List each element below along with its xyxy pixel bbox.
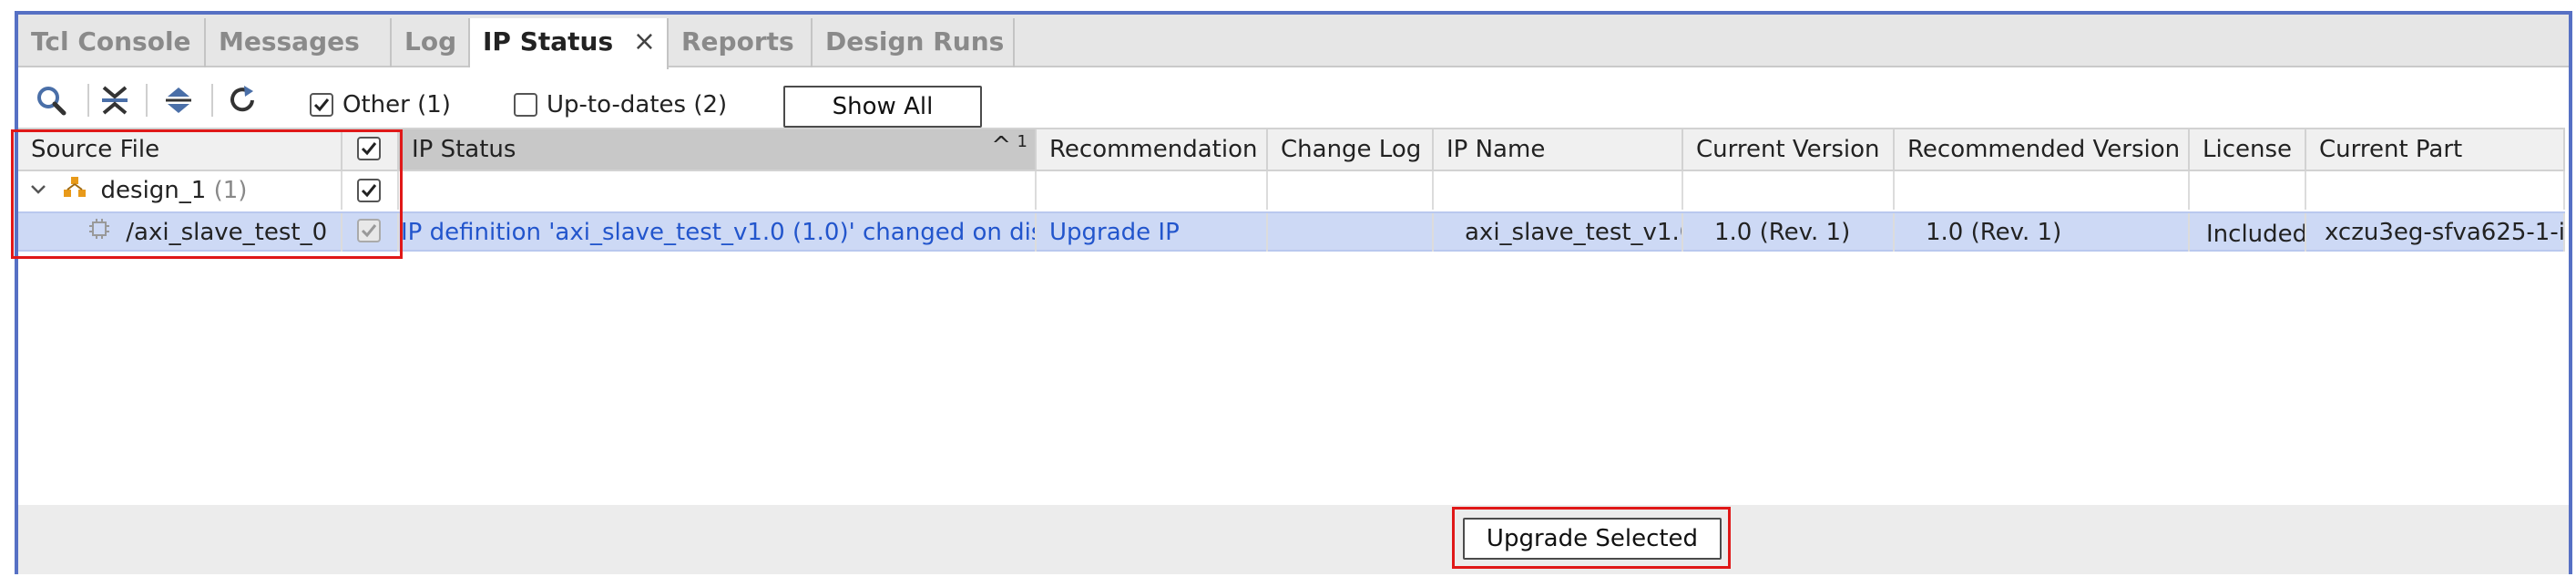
column-current-part[interactable]: Current Part [2306, 129, 2565, 170]
ip-name-cell [1434, 171, 1683, 210]
license-cell [2190, 171, 2306, 210]
expand-all-icon[interactable] [162, 84, 195, 117]
change-log-cell [1268, 213, 1434, 252]
column-recommended-version[interactable]: Recommended Version [1895, 129, 2190, 170]
ip-name-cell: axi_slave_test_v1.0 [1434, 213, 1683, 252]
tab-label: Log [404, 26, 457, 57]
uptodates-checkbox[interactable] [514, 93, 537, 117]
refresh-icon[interactable] [226, 84, 259, 117]
tab-label: IP Status [483, 26, 614, 57]
other-filter-label: Other (1) [342, 91, 451, 118]
sort-ascending-icon: ^ [991, 132, 1011, 160]
recommended-version-cell: 1.0 (Rev. 1) [1895, 213, 2190, 252]
column-recommendation[interactable]: Recommendation [1037, 129, 1268, 170]
current-version-cell: 1.0 (Rev. 1) [1683, 213, 1895, 252]
column-change-log[interactable]: Change Log [1268, 129, 1434, 170]
ip-status-cell[interactable]: IP definition 'axi_slave_test_v1.0 (1.0)… [399, 213, 1037, 252]
ip-status-cell [399, 171, 1037, 210]
uptodates-filter-label: Up-to-dates (2) [547, 91, 728, 118]
show-all-button[interactable]: Show All [783, 86, 982, 128]
highlight-box [11, 129, 403, 259]
tab-bar: Tcl Console Messages Log IP Status × Rep… [18, 15, 2569, 69]
other-checkbox[interactable] [310, 93, 333, 117]
highlight-box [1452, 507, 1731, 569]
ip-status-table: Source File IP Status ^ 1 Recommendation… [11, 128, 2569, 510]
column-current-version[interactable]: Current Version [1683, 129, 1895, 170]
toolbar-separator [87, 84, 89, 117]
tab-log[interactable]: Log [392, 18, 470, 67]
sort-order-number: 1 [1017, 132, 1027, 151]
current-version-cell [1683, 171, 1895, 210]
footer-bar: Upgrade Selected [18, 505, 2569, 574]
ip-status-panel: Tcl Console Messages Log IP Status × Rep… [11, 11, 2572, 574]
close-icon[interactable]: × [633, 18, 656, 66]
column-ip-status[interactable]: IP Status ^ 1 [399, 129, 1037, 170]
toolbar-separator [146, 84, 148, 117]
column-license[interactable]: License [2190, 129, 2306, 170]
tab-ip-status[interactable]: IP Status × [470, 18, 669, 69]
toolbar-separator [211, 84, 213, 117]
tab-label: Design Runs [825, 26, 1005, 57]
tab-label: Tcl Console [31, 26, 191, 57]
current-part-cell: xczu3eg-sfva625-1-i [2306, 213, 2565, 252]
change-log-cell [1268, 171, 1434, 210]
recommendation-link[interactable]: Upgrade IP [1037, 213, 1268, 252]
tab-messages[interactable]: Messages [206, 18, 392, 67]
current-part-cell [2306, 171, 2565, 210]
tab-reports[interactable]: Reports [669, 18, 813, 67]
collapse-all-icon[interactable] [98, 84, 131, 117]
search-icon[interactable] [35, 84, 67, 117]
license-cell: Included [2190, 213, 2306, 252]
column-label: IP Status [412, 136, 516, 163]
recommendation-cell [1037, 171, 1268, 210]
tab-label: Messages [219, 26, 360, 57]
column-ip-name[interactable]: IP Name [1434, 129, 1683, 170]
tab-tcl-console[interactable]: Tcl Console [18, 18, 206, 67]
tab-label: Reports [681, 26, 794, 57]
tab-design-runs[interactable]: Design Runs [813, 18, 1015, 67]
toolbar: Other (1) Up-to-dates (2) Show All [18, 69, 2569, 128]
recommended-version-cell [1895, 171, 2190, 210]
